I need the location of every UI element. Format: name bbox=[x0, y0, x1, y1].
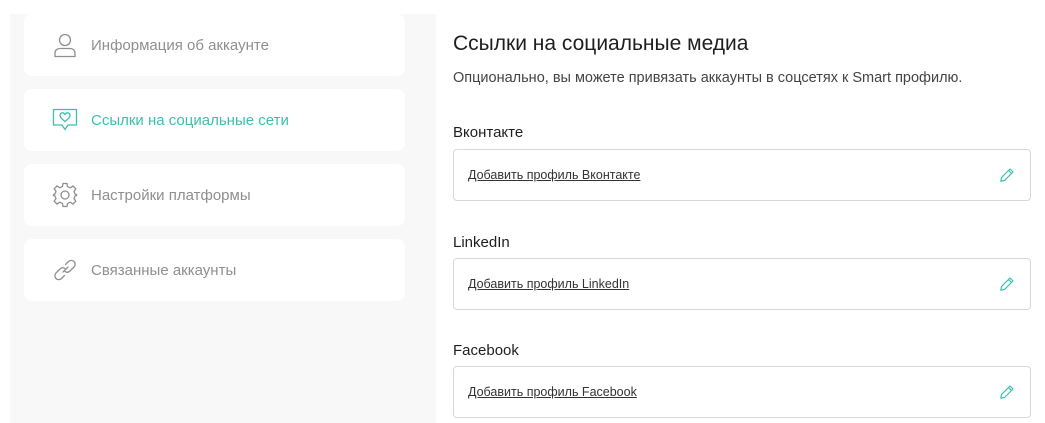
add-facebook-profile-link[interactable]: Добавить профиль Facebook bbox=[468, 385, 637, 399]
settings-sidebar: Информация об аккаунте Ссылки на социаль… bbox=[10, 14, 436, 423]
linkedin-field-label: LinkedIn bbox=[453, 234, 510, 251]
add-vk-profile-link[interactable]: Добавить профиль Вконтакте bbox=[468, 168, 640, 182]
linkedin-field[interactable]: Добавить профиль LinkedIn bbox=[453, 258, 1031, 310]
sidebar-item-platform-settings[interactable]: Настройки платформы bbox=[24, 164, 405, 226]
sidebar-item-label: Ссылки на социальные сети bbox=[91, 111, 289, 129]
page-subtitle: Опционально, вы можете привязать аккаунт… bbox=[453, 70, 963, 86]
sidebar-item-account-info[interactable]: Информация об аккаунте bbox=[24, 14, 405, 76]
pencil-icon[interactable] bbox=[998, 166, 1016, 184]
link-icon bbox=[52, 257, 78, 283]
heart-message-icon bbox=[52, 107, 78, 133]
sidebar-item-label: Информация об аккаунте bbox=[91, 36, 269, 54]
social-links-panel: Ссылки на социальные медиа Опционально, … bbox=[436, 14, 1045, 423]
pencil-icon[interactable] bbox=[998, 383, 1016, 401]
vk-field-label: Вконтакте bbox=[453, 124, 524, 141]
page-title: Ссылки на социальные медиа bbox=[453, 32, 749, 55]
vk-field[interactable]: Добавить профиль Вконтакте bbox=[453, 149, 1031, 201]
sidebar-item-label: Настройки платформы bbox=[91, 186, 251, 204]
pencil-icon[interactable] bbox=[998, 275, 1016, 293]
sidebar-item-social-links[interactable]: Ссылки на социальные сети bbox=[24, 89, 405, 151]
sidebar-item-label: Связанные аккаунты bbox=[91, 261, 237, 279]
gear-icon bbox=[52, 182, 78, 208]
add-linkedin-profile-link[interactable]: Добавить профиль LinkedIn bbox=[468, 277, 629, 291]
settings-page: Информация об аккаунте Ссылки на социаль… bbox=[0, 0, 1045, 423]
user-icon bbox=[52, 32, 78, 58]
facebook-field[interactable]: Добавить профиль Facebook bbox=[453, 366, 1031, 418]
sidebar-item-linked-accounts[interactable]: Связанные аккаунты bbox=[24, 239, 405, 301]
facebook-field-label: Facebook bbox=[453, 342, 519, 359]
